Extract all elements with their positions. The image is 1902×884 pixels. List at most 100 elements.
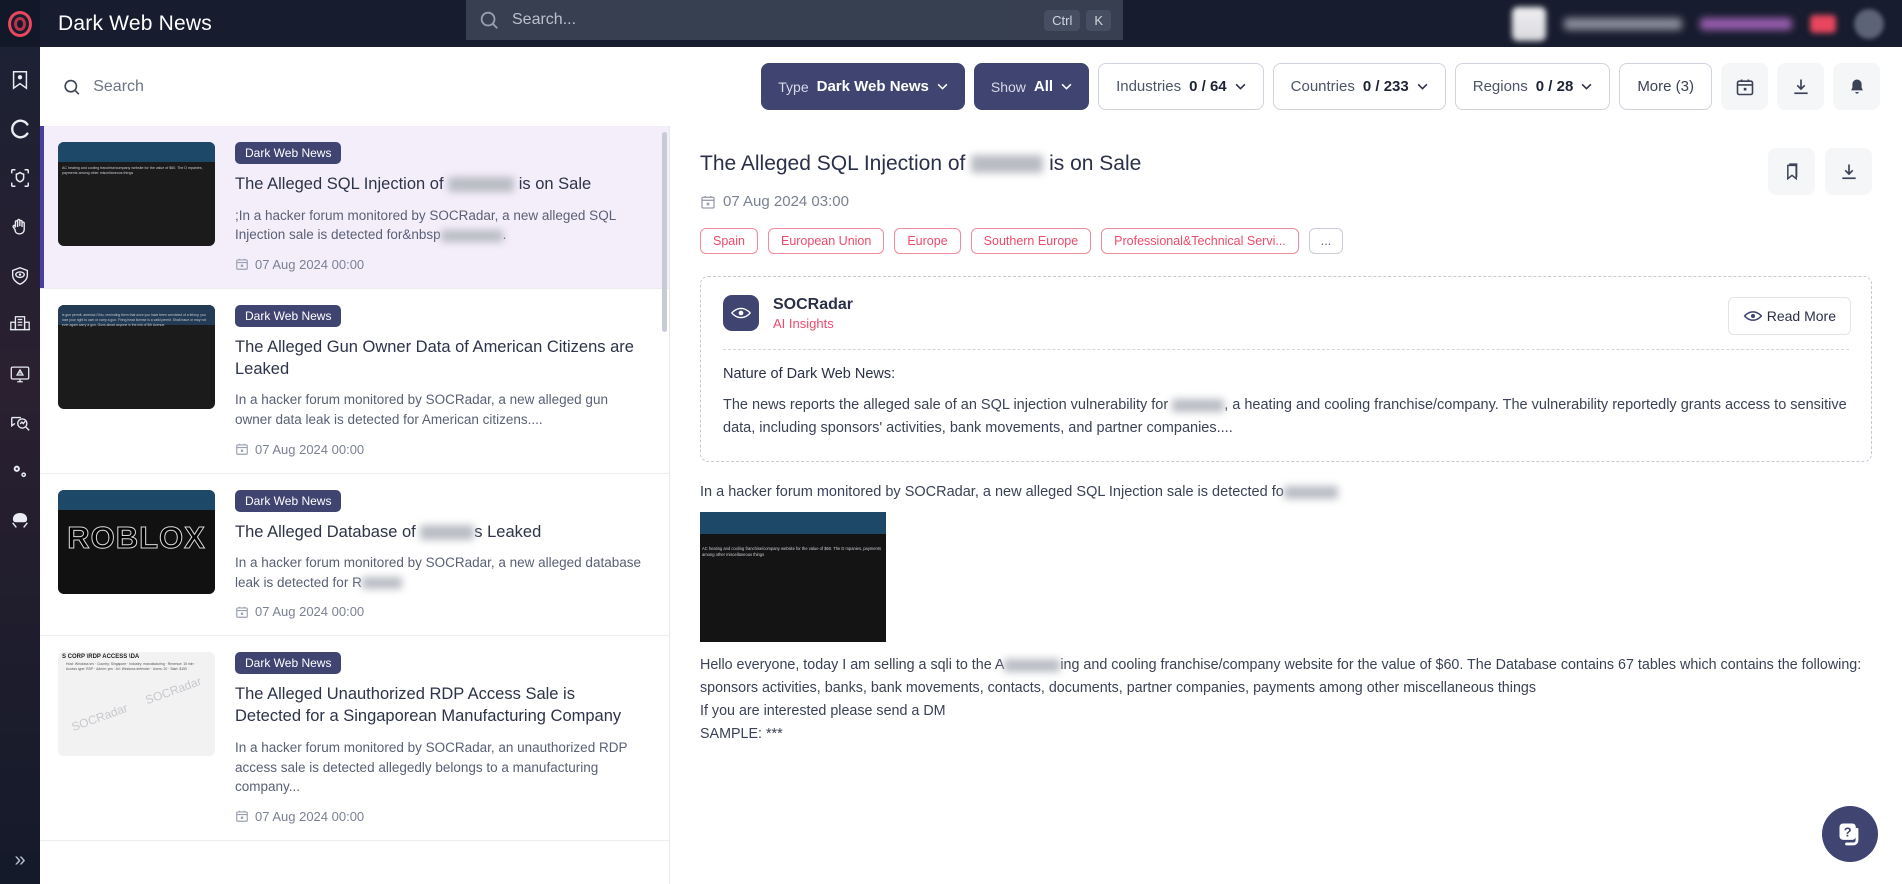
list-item-title: The Alleged Database of s Leaked [235,522,645,544]
search-input[interactable] [93,77,862,96]
redacted-text [420,524,475,540]
filter-chip-countries-value: 0 / 233 [1362,78,1409,95]
tag-southern-europe[interactable]: Southern Europe [970,228,1092,255]
list-scrollbar[interactable] [662,132,667,332]
redacted-text [361,577,402,590]
list-item-thumbnail: is gun permit. america Ohio, reminding t… [58,304,215,409]
list-search[interactable] [62,65,862,109]
bookmark-star-icon [12,70,28,90]
sidebar-item-settings[interactable] [0,447,40,496]
detail-panel: The Alleged SQL Injection of is on Sale … [670,126,1902,884]
list-item-description: In a hacker forum monitored by SOCRadar,… [235,392,608,427]
app-logo[interactable] [0,0,40,47]
ai-paragraph: The news reports the alleged sale of an … [723,394,1849,439]
thumbnail-text: AC heating and cooling franchise/company… [62,166,203,175]
main-content: AC heating and cooling franchise/company… [40,126,1902,884]
ai-heading: Nature of Dark Web News: [723,366,896,383]
chevron-down-icon [1061,83,1072,90]
list-item-thumbnail: AC heating and cooling franchise/company… [58,142,215,246]
tag-europe[interactable]: Europe [894,228,961,255]
list-item-thumbnail: S CORP \RDP ACCESS \DA Host: Windows srv… [58,652,215,757]
sidebar-item-brand-protection[interactable] [0,251,40,300]
redacted-text [440,229,503,242]
filter-chip-type[interactable]: Type Dark Web News [761,63,965,110]
calendar-icon [1736,79,1753,95]
date-range-button[interactable] [1721,63,1768,110]
download-button[interactable] [1825,148,1872,195]
filter-chip-type-value: Dark Web News [816,78,929,95]
sidebar-item-vulnerability-intel[interactable] [0,349,40,398]
left-sidebar: » [0,47,40,884]
list-item[interactable]: AC heating and cooling franchise/company… [40,126,669,289]
list-item[interactable]: ROBLOX Dark Web News The Alleged Databas… [40,474,669,637]
kbd-k: K [1086,9,1111,31]
calendar-icon [236,259,248,271]
title-part: is on Sale [514,175,592,193]
bookmark-icon [1786,162,1797,180]
body-line-3: SAMPLE: *** [700,725,783,742]
chevron-down-icon [1235,83,1246,90]
ai-subtitle: AI Insights [773,315,834,331]
tag-spain[interactable]: Spain [700,228,758,255]
watermark: SOCRadar SOCRadar [69,674,204,735]
user-name-redacted[interactable] [1700,17,1792,30]
more-filters-label: More (3) [1637,78,1694,95]
filter-controls: Type Dark Web News Show All Industries 0… [761,63,1880,110]
notification-badge[interactable] [1810,14,1836,33]
chevron-down-icon [937,83,948,90]
detail-screenshot: AC heating and cooling franchise/company… [700,511,886,642]
avatar[interactable] [1854,8,1884,39]
filter-chip-show[interactable]: Show All [973,63,1090,110]
sidebar-item-digital-risk[interactable] [0,202,40,251]
company-logo[interactable] [1512,6,1546,41]
hacker-mask-icon [12,512,28,528]
export-button[interactable] [1777,63,1824,110]
status-badge: Dark Web News [235,142,342,164]
list-item[interactable]: is gun permit. america Ohio, reminding t… [40,289,669,474]
gears-icon [13,465,27,477]
calendar-icon [236,443,248,455]
lead-part: In a hacker forum monitored by SOCRadar,… [700,484,1284,501]
global-search-box[interactable]: Search... Ctrl K [466,0,1123,40]
bookmark-button[interactable] [1768,148,1815,195]
status-badge: Dark Web News [235,489,342,512]
desc-part: In a hacker forum monitored by SOCRadar,… [235,555,641,590]
redacted-text [1004,658,1061,672]
filter-chip-countries-key: Countries [1290,78,1355,95]
filter-chip-industries[interactable]: Industries 0 / 64 [1098,63,1264,110]
filter-chip-regions[interactable]: Regions 0 / 28 [1454,63,1611,110]
screenshot-text: AC heating and cooling franchise/company… [702,545,882,557]
read-more-button[interactable]: Read More [1727,297,1851,336]
thumbnail-text: is gun permit. america Ohio, reminding t… [62,312,207,327]
list-item-date: 07 Aug 2024 00:00 [235,442,645,457]
download-icon [1841,164,1856,179]
socradar-eye-icon [1743,311,1763,322]
body-line-2: If you are interested please send a DM [700,702,946,719]
svg-text:?: ? [1844,824,1852,839]
sidebar-item-dark-web[interactable] [0,496,40,545]
sidebar-item-supply-chain[interactable] [0,300,40,349]
tag-professional-technical-services[interactable]: Professional&Technical Servi... [1101,228,1299,255]
monitor-alert-icon [10,365,30,382]
read-more-label: Read More [1766,308,1836,325]
alerts-button[interactable] [1833,63,1880,110]
tag-european-union[interactable]: European Union [767,228,885,255]
help-chat-button[interactable]: ? [1822,806,1878,862]
more-filters-button[interactable]: More (3) [1619,63,1712,110]
sidebar-item-bookmark-star[interactable] [0,55,40,104]
calendar-icon [701,195,715,209]
sidebar-item-attack-surface[interactable] [0,153,40,202]
tag-more-button[interactable]: ... [1308,228,1344,255]
list-item[interactable]: S CORP \RDP ACCESS \DA Host: Windows srv… [40,636,669,841]
detail-body: Hello everyone, today I am selling a sql… [700,654,1872,746]
kbd-ctrl: Ctrl [1044,9,1081,31]
sidebar-expand-button[interactable]: » [0,849,40,872]
news-list[interactable]: AC heating and cooling franchise/company… [40,126,670,884]
filter-chip-regions-value: 0 / 28 [1535,78,1574,95]
filter-chip-show-value: All [1033,78,1054,95]
filter-chip-countries[interactable]: Countries 0 / 233 [1272,63,1446,110]
sidebar-item-cyber-threat-intel[interactable] [0,104,40,153]
sidebar-item-threat-hunting[interactable] [0,398,40,447]
filter-chip-type-key: Type [778,78,809,95]
title-part: s Leaked [474,522,542,541]
